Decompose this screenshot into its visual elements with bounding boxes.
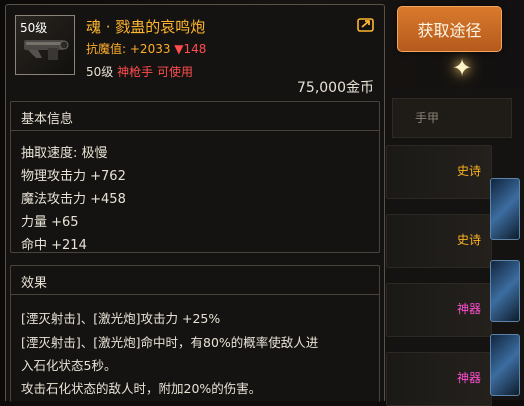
requirement-line: 50级 神枪手 可使用 [86, 63, 193, 80]
acquire-path-button[interactable]: 获取途径 [397, 6, 502, 52]
list-item[interactable]: 神器 [386, 352, 492, 406]
cannon-icon [24, 40, 69, 60]
usable-status: 可使用 [156, 65, 193, 79]
effect-line: [湮灭射击]、[激光炮]命中时，有80%的概率使敌人进 [21, 335, 319, 350]
share-icon[interactable] [357, 17, 374, 32]
rarity-tag: 史诗 [456, 233, 481, 247]
rarity-tag: 神器 [456, 371, 481, 385]
item-thumbnail[interactable] [490, 334, 520, 396]
effects-title: 效果 [21, 276, 48, 291]
item-icon: 50级 [15, 15, 75, 75]
stat-line: 物理攻击力 +762 [21, 169, 126, 184]
stat-line: 魔法攻击力 +458 [21, 192, 126, 207]
effects-section: 效果 [湮灭射击]、[激光炮]攻击力 +25% [湮灭射击]、[激光炮]命中时，… [10, 265, 380, 402]
item-name: 魂 · 戮蛊的哀鸣炮 [86, 18, 206, 36]
stat-line: 力量 +65 [21, 215, 79, 230]
item-tooltip: 50级 魂 · 戮蛊的哀鸣炮 抗魔值: +2033 ▼148 50级 神枪手 可… [5, 4, 385, 402]
basic-info-title: 基本信息 [21, 112, 74, 127]
sparkle-icon: ✦ [452, 54, 473, 82]
basic-info-section: 基本信息 抽取速度: 极慢 物理攻击力 +762 魔法攻击力 +458 力量 +… [10, 101, 380, 253]
anti-magic-value: +2033 [129, 42, 171, 56]
inventory-header: 手甲 [392, 98, 512, 138]
item-thumbnail[interactable] [490, 260, 520, 322]
effect-line: 入石化状态5秒。 [21, 358, 117, 373]
divider [11, 130, 379, 131]
anti-magic-line: 抗魔值: +2033 ▼148 [86, 40, 206, 57]
divider [11, 294, 379, 295]
stat-line: 命中 +214 [21, 238, 87, 253]
effect-line: [湮灭射击]、[激光炮]攻击力 +25% [21, 311, 221, 326]
required-class: 神枪手 [117, 65, 154, 79]
rarity-tag: 史诗 [456, 164, 481, 178]
item-price: 75,000金币 [297, 80, 374, 96]
stat-line: 抽取速度: 极慢 [21, 146, 108, 161]
inventory-header-label: 手甲 [415, 111, 440, 125]
required-level: 50级 [86, 65, 114, 79]
list-item[interactable]: 史诗 [386, 145, 492, 199]
list-item[interactable]: 神器 [386, 283, 492, 337]
rarity-tag: 神器 [456, 302, 481, 316]
item-thumbnail[interactable] [490, 178, 520, 240]
anti-magic-label: 抗魔值: [86, 42, 127, 56]
anti-magic-delta: ▼148 [174, 42, 207, 56]
effect-line: 攻击石化状态的敌人时，附加20%的伤害。 [21, 381, 262, 396]
list-item[interactable]: 史诗 [386, 214, 492, 268]
